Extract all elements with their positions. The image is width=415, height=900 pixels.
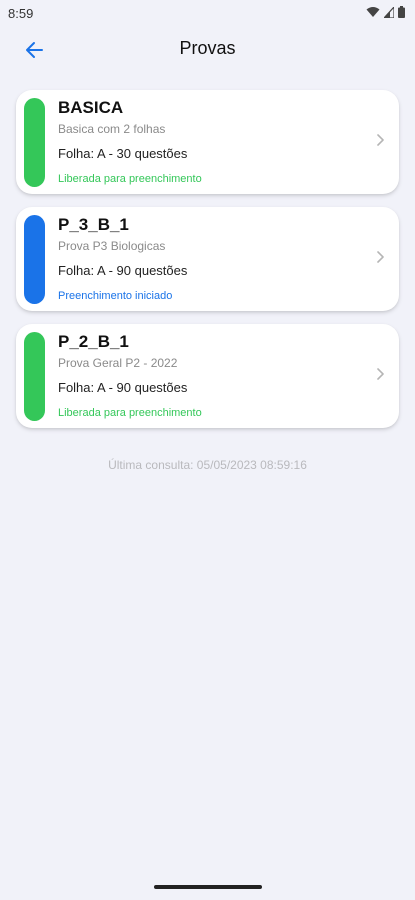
- last-check-timestamp: Última consulta: 05/05/2023 08:59:16: [108, 458, 307, 472]
- exam-sheet-info: Folha: A - 90 questões: [58, 263, 188, 278]
- app-bar: Provas: [0, 28, 415, 72]
- exam-subtitle: Prova P3 Biologicas: [58, 239, 166, 253]
- home-indicator[interactable]: [154, 885, 262, 889]
- exam-title: P_3_B_1: [58, 215, 129, 234]
- page-title: Provas: [179, 38, 236, 58]
- exam-sheet-info: Folha: A - 30 questões: [58, 146, 188, 161]
- exam-title: BASICA: [58, 98, 124, 117]
- status-time: 8:59: [8, 6, 34, 21]
- wifi-icon: [366, 7, 380, 17]
- battery-icon: [398, 6, 405, 18]
- status-stripe: [24, 98, 45, 187]
- status-stripe: [24, 215, 45, 304]
- status-stripe: [24, 332, 45, 421]
- exam-sheet-info: Folha: A - 90 questões: [58, 380, 188, 395]
- chevron-right-icon: [377, 251, 384, 263]
- status-bar: 8:59: [0, 0, 415, 26]
- exam-status: Preenchimento iniciado: [58, 290, 173, 302]
- exam-list: BASICA Basica com 2 folhas Folha: A - 30…: [16, 90, 399, 441]
- signal-icon: [384, 6, 394, 18]
- chevron-right-icon: [377, 134, 384, 146]
- exam-status: Liberada para preenchimento: [58, 407, 202, 419]
- exam-card[interactable]: P_2_B_1 Prova Geral P2 - 2022 Folha: A -…: [16, 324, 399, 428]
- exam-subtitle: Basica com 2 folhas: [58, 122, 166, 136]
- exam-status: Liberada para preenchimento: [58, 173, 202, 185]
- status-icons: [366, 6, 405, 18]
- exam-card[interactable]: BASICA Basica com 2 folhas Folha: A - 30…: [16, 90, 399, 194]
- exam-subtitle: Prova Geral P2 - 2022: [58, 356, 178, 370]
- chevron-right-icon: [377, 368, 384, 380]
- exam-title: P_2_B_1: [58, 332, 129, 351]
- exam-card[interactable]: P_3_B_1 Prova P3 Biologicas Folha: A - 9…: [16, 207, 399, 311]
